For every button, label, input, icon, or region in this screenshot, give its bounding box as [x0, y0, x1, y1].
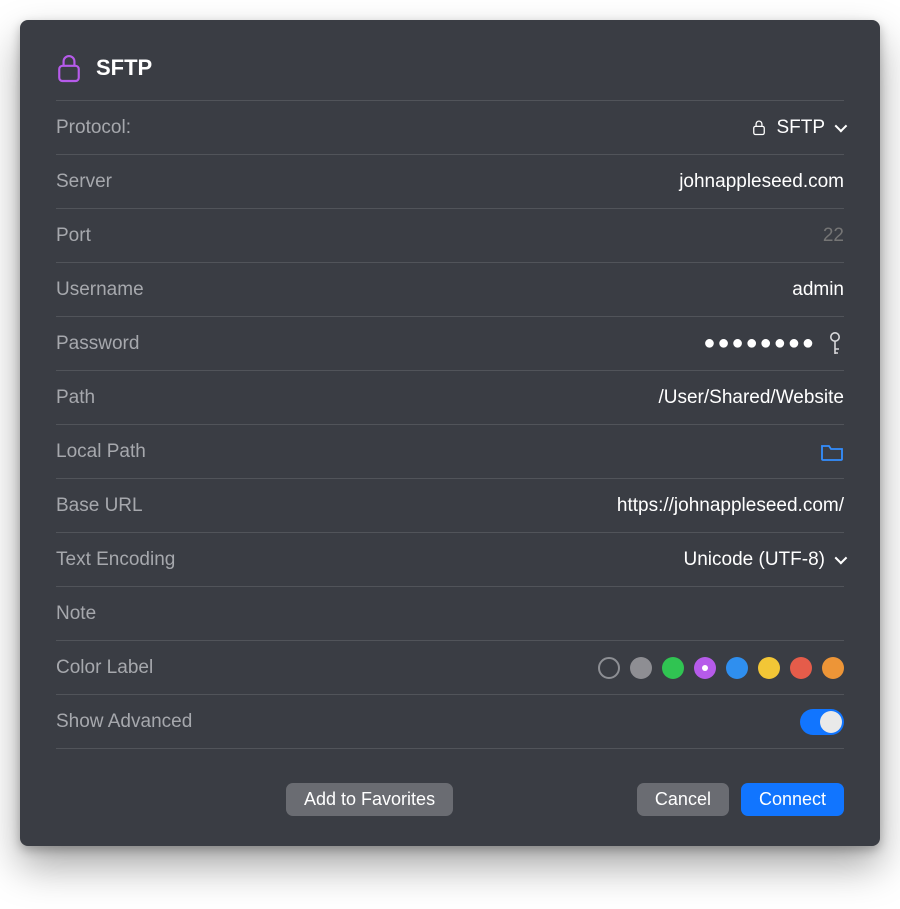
server-label: Server: [56, 171, 112, 193]
local-path-input[interactable]: [510, 441, 810, 463]
color-label-row: Color Label: [56, 641, 844, 695]
key-icon[interactable]: [826, 331, 844, 357]
dialog-footer: Add to Favorites Cancel Connect: [56, 783, 844, 816]
base-url-input[interactable]: [544, 495, 844, 517]
color-swatch-red[interactable]: [790, 657, 812, 679]
folder-icon[interactable]: [820, 443, 844, 461]
connect-button[interactable]: Connect: [741, 783, 844, 816]
color-label-label: Color Label: [56, 657, 153, 679]
lock-icon: [56, 52, 82, 84]
base-url-row: Base URL: [56, 479, 844, 533]
username-input[interactable]: [544, 279, 844, 301]
base-url-label: Base URL: [56, 495, 143, 517]
local-path-row: Local Path: [56, 425, 844, 479]
text-encoding-label: Text Encoding: [56, 549, 175, 571]
color-swatch-yellow[interactable]: [758, 657, 780, 679]
text-encoding-row: Text Encoding Unicode (UTF-8): [56, 533, 844, 587]
note-row: Note: [56, 587, 844, 641]
color-swatch-green[interactable]: [662, 657, 684, 679]
dialog-header: SFTP: [56, 44, 844, 101]
connection-dialog: SFTP Protocol: SFTP Server Port Username: [20, 20, 880, 846]
protocol-selector[interactable]: SFTP: [752, 117, 844, 139]
note-label: Note: [56, 603, 96, 625]
note-input[interactable]: [544, 603, 844, 625]
text-encoding-selector[interactable]: Unicode (UTF-8): [684, 549, 844, 571]
path-input[interactable]: [544, 387, 844, 409]
show-advanced-toggle[interactable]: [800, 709, 844, 735]
path-row: Path: [56, 371, 844, 425]
username-label: Username: [56, 279, 144, 301]
lock-icon: [752, 119, 766, 136]
color-swatch-gray[interactable]: [630, 657, 652, 679]
port-row: Port: [56, 209, 844, 263]
username-row: Username: [56, 263, 844, 317]
chevron-down-icon: [835, 120, 848, 133]
server-row: Server: [56, 155, 844, 209]
local-path-label: Local Path: [56, 441, 146, 463]
show-advanced-row: Show Advanced: [56, 695, 844, 749]
protocol-label: Protocol:: [56, 117, 131, 139]
server-input[interactable]: [544, 171, 844, 193]
cancel-button[interactable]: Cancel: [637, 783, 729, 816]
chevron-down-icon: [835, 552, 848, 565]
password-input[interactable]: ●●●●●●●●: [703, 332, 816, 355]
port-label: Port: [56, 225, 91, 247]
dialog-title: SFTP: [96, 55, 152, 81]
color-swatch-none[interactable]: [598, 657, 620, 679]
color-swatch-purple[interactable]: [694, 657, 716, 679]
add-to-favorites-button[interactable]: Add to Favorites: [286, 783, 453, 816]
port-input[interactable]: [544, 225, 844, 247]
text-encoding-value: Unicode (UTF-8): [684, 549, 825, 571]
color-swatch-blue[interactable]: [726, 657, 748, 679]
path-label: Path: [56, 387, 95, 409]
color-swatches: [598, 657, 844, 679]
protocol-value: SFTP: [776, 117, 825, 139]
color-swatch-orange[interactable]: [822, 657, 844, 679]
password-row: Password ●●●●●●●●: [56, 317, 844, 371]
protocol-row: Protocol: SFTP: [56, 101, 844, 155]
password-label: Password: [56, 333, 139, 355]
show-advanced-label: Show Advanced: [56, 711, 192, 733]
